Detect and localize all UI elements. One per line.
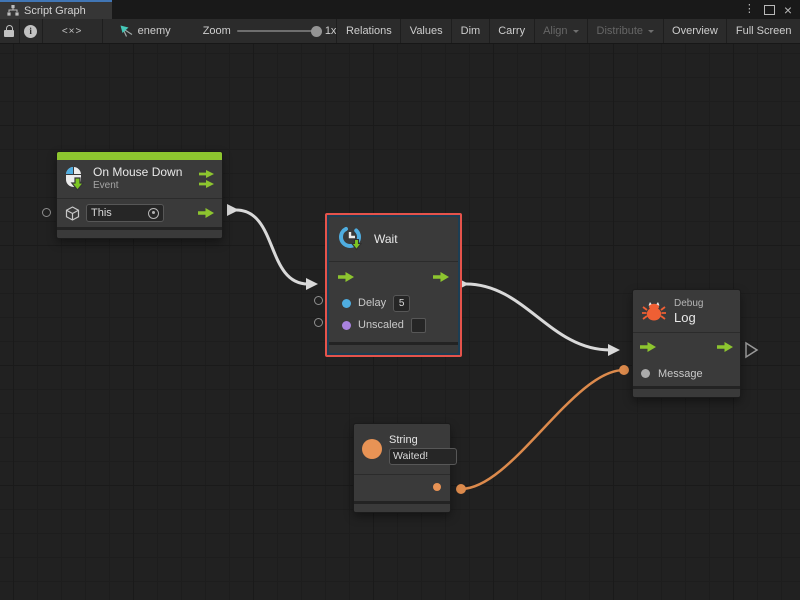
node-title: Log (674, 310, 703, 326)
string-literal-icon (362, 439, 382, 459)
values-button[interactable]: Values (400, 19, 451, 43)
selection-outline: Wait Delay 5 Un (325, 213, 462, 357)
control-input-port[interactable] (338, 272, 354, 282)
lock-icon (4, 30, 14, 37)
control-output-port[interactable] (198, 208, 214, 218)
info-button[interactable]: i (20, 19, 43, 43)
node-header: On Mouse Down Event (57, 160, 222, 198)
message-row: Message (633, 361, 740, 386)
delay-value-field[interactable]: 5 (393, 295, 410, 312)
node-footer (57, 227, 222, 238)
value-wire[interactable] (461, 370, 624, 489)
wait-clock-icon (338, 225, 365, 253)
window-controls: ⋮ × (744, 0, 800, 19)
control-output-port[interactable] (433, 272, 449, 282)
unscaled-checkbox[interactable] (411, 318, 426, 333)
tab-script-graph[interactable]: Script Graph (0, 0, 112, 19)
node-title: String (389, 434, 457, 446)
node-title: Wait (374, 232, 398, 246)
zoom-label: Zoom (203, 25, 231, 37)
node-header: String Waited! (354, 424, 450, 474)
delay-input-port[interactable] (314, 296, 323, 305)
maximize-icon[interactable] (764, 5, 775, 15)
event-trigger-arrows-icon (199, 170, 214, 188)
object-picker-icon[interactable] (148, 208, 159, 219)
node-port-row (354, 475, 450, 499)
control-wire[interactable] (236, 210, 308, 284)
control-wire[interactable] (466, 284, 610, 350)
message-label: Message (658, 368, 703, 380)
dim-button[interactable]: Dim (451, 19, 489, 43)
close-icon[interactable]: × (784, 3, 792, 17)
delay-port[interactable] (342, 299, 351, 308)
tab-label: Script Graph (24, 5, 86, 17)
script-graph-window: Script Graph ⋮ × i <×> enemy Zoom (0, 0, 800, 600)
delay-label: Delay (358, 297, 386, 309)
overview-button[interactable]: Overview (663, 19, 727, 43)
zoom-slider-handle[interactable] (311, 26, 322, 37)
toolbar-buttons: Relations Values Dim Carry Align Distrib… (336, 19, 800, 43)
node-wait[interactable]: Wait Delay 5 Un (329, 217, 458, 353)
relations-button[interactable]: Relations (336, 19, 400, 43)
target-input-port[interactable] (42, 208, 51, 217)
wire-start-dot (456, 484, 466, 494)
string-value-field[interactable]: Waited! (389, 448, 457, 465)
chevron-down-icon (648, 30, 654, 36)
chevron-down-icon (573, 30, 579, 36)
wire-end-arrow (306, 278, 318, 290)
message-port[interactable] (641, 369, 650, 378)
node-header: Debug Log (633, 290, 740, 332)
node-string[interactable]: String Waited! (354, 424, 450, 512)
edit-source-button[interactable]: <×> (43, 19, 103, 43)
delay-row: Delay 5 (329, 292, 458, 314)
unscaled-port[interactable] (342, 321, 351, 330)
carry-button[interactable]: Carry (489, 19, 534, 43)
event-accent-bar (57, 152, 222, 160)
graph-name-label: enemy (138, 25, 171, 37)
info-icon: i (24, 25, 37, 38)
node-port-row: This (57, 199, 222, 227)
graph-asset[interactable]: enemy (119, 19, 171, 43)
node-footer (329, 342, 458, 353)
node-title: On Mouse Down (93, 165, 191, 180)
node-category: Debug (674, 297, 703, 310)
script-graph-icon (7, 5, 19, 16)
zoom-slider[interactable] (237, 30, 319, 32)
zoom-control: Zoom 1x (203, 19, 337, 43)
graph-asset-icon (119, 25, 133, 37)
unscaled-row: Unscaled (329, 314, 458, 336)
bug-icon (642, 301, 666, 322)
tab-bar: Script Graph ⋮ × (0, 0, 800, 19)
control-ports-row (329, 262, 458, 292)
distribute-dropdown[interactable]: Distribute (587, 19, 662, 43)
graph-canvas[interactable]: On Mouse Down Event This (0, 44, 800, 600)
code-icon: <×> (62, 26, 83, 37)
node-on-mouse-down[interactable]: On Mouse Down Event This (57, 152, 222, 238)
zoom-value: 1x (325, 25, 337, 37)
node-header: Wait (329, 217, 458, 261)
node-debug-log[interactable]: Debug Log Message (633, 290, 740, 397)
unconnected-control-port[interactable] (746, 343, 757, 357)
align-dropdown[interactable]: Align (534, 19, 587, 43)
mouse-down-icon (65, 166, 85, 192)
target-field[interactable]: This (86, 204, 164, 222)
string-output-port[interactable] (433, 483, 441, 491)
unscaled-label: Unscaled (358, 319, 404, 331)
target-field-value: This (91, 207, 148, 219)
wire-end-arrow (608, 344, 620, 356)
node-footer (354, 501, 450, 512)
lock-button[interactable] (0, 19, 20, 43)
node-footer (633, 386, 740, 397)
control-input-port[interactable] (640, 342, 656, 352)
fullscreen-button[interactable]: Full Screen (726, 19, 800, 43)
graph-toolbar: i <×> enemy Zoom 1x Relations Values Dim… (0, 19, 800, 44)
control-ports-row (633, 333, 740, 361)
menu-icon[interactable]: ⋮ (744, 4, 755, 15)
cube-icon (65, 206, 80, 221)
control-output-port[interactable] (717, 342, 733, 352)
wire-end-dot (619, 365, 629, 375)
unscaled-input-port[interactable] (314, 318, 323, 327)
node-subtitle: Event (93, 180, 191, 193)
